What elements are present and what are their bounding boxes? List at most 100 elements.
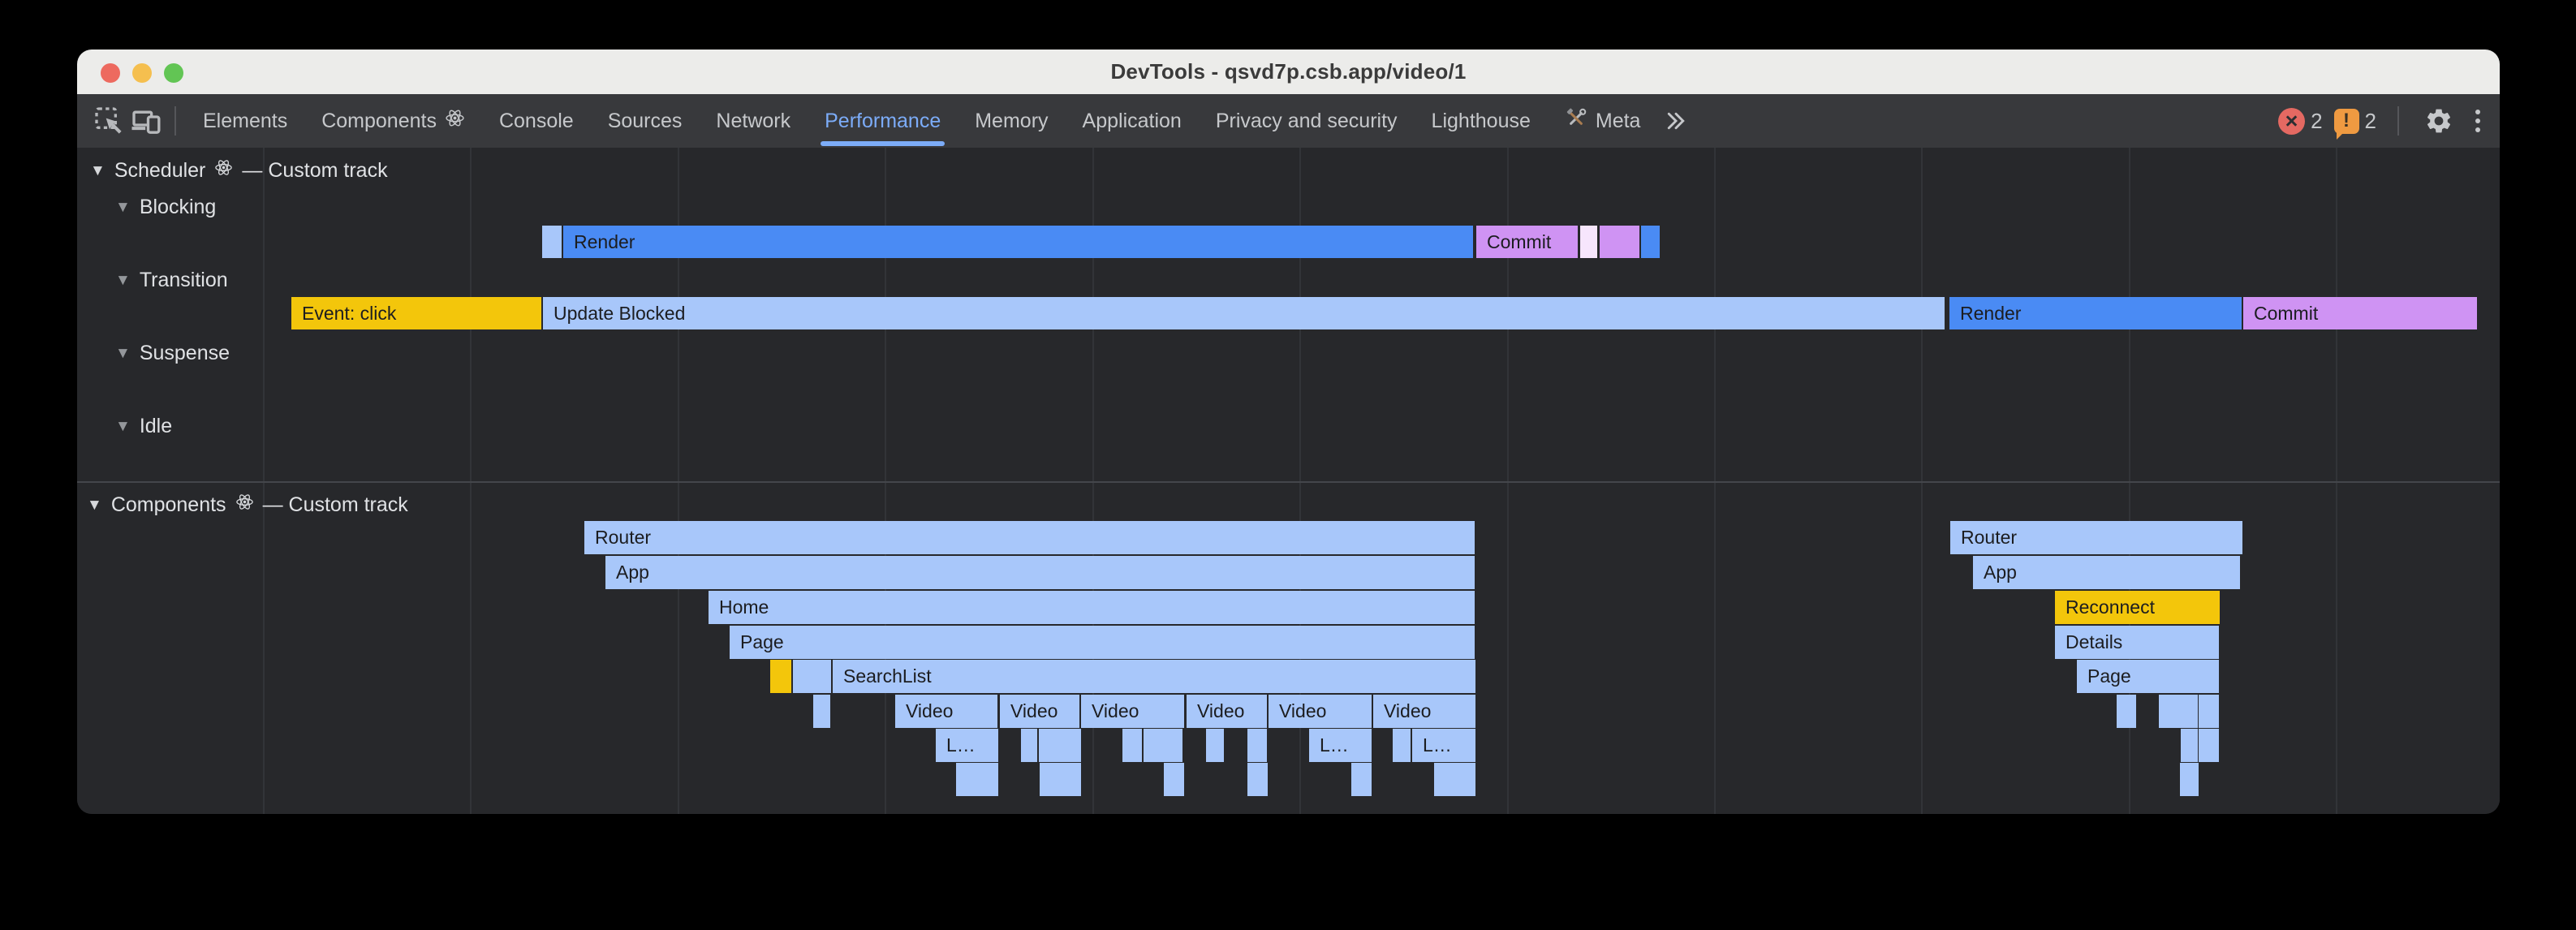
flame-bar[interactable] (1164, 763, 1184, 796)
flame-bar-home[interactable]: Home (709, 591, 1475, 624)
flame-bar[interactable] (1434, 763, 1475, 796)
tab-network[interactable]: Network (699, 94, 808, 148)
flame-bar[interactable] (956, 763, 998, 796)
lane-suspense[interactable]: ▼ Suspense (115, 338, 230, 368)
device-toolbar-icon[interactable] (127, 102, 165, 140)
traffic-lights (101, 63, 183, 83)
tab-meta[interactable]: Meta (1548, 94, 1658, 148)
flame-bar-update-blocked[interactable]: Update Blocked (543, 297, 1945, 329)
error-count: 2 (2311, 109, 2322, 134)
minimize-button[interactable] (132, 63, 152, 83)
flame-bar[interactable] (1039, 729, 1081, 762)
flame-bar-app[interactable]: App (605, 556, 1475, 589)
error-icon: × (2278, 108, 2305, 135)
lane-blocking[interactable]: ▼ Blocking (115, 192, 216, 222)
collapse-triangle-icon: ▼ (115, 419, 131, 434)
collapse-triangle-icon: ▼ (87, 497, 102, 513)
flame-bar-router[interactable]: Router (584, 521, 1475, 554)
tab-elements[interactable]: Elements (186, 94, 304, 148)
flame-bar-page[interactable]: Page (2077, 660, 2219, 693)
collapse-triangle-icon: ▼ (115, 346, 131, 361)
more-tabs-chevron-icon[interactable] (1657, 102, 1695, 140)
toolbar-separator (174, 106, 176, 136)
tab-sources[interactable]: Sources (591, 94, 700, 148)
flame-bar-commit[interactable]: Commit (2243, 297, 2477, 329)
flame-bar-render[interactable]: Render (563, 226, 1473, 258)
flame-bar[interactable] (1144, 729, 1182, 762)
flame-bar-searchlist[interactable]: SearchList (833, 660, 1475, 693)
flame-bar[interactable] (2181, 729, 2198, 762)
flame-bar-video[interactable]: Video (1000, 695, 1079, 728)
lane-idle[interactable]: ▼ Idle (115, 411, 172, 441)
flame-bar[interactable] (1247, 729, 1267, 762)
components-track-header[interactable]: ▼ Components — Custom track (87, 490, 408, 519)
flame-bar[interactable] (1351, 763, 1372, 796)
flame-bar-app[interactable]: App (1973, 556, 2240, 589)
lane-transition[interactable]: ▼ Transition (115, 265, 228, 295)
flame-bar-l[interactable]: L… (1412, 729, 1475, 762)
devtools-window: DevTools - qsvd7p.csb.app/video/1 Elemen… (77, 50, 2500, 814)
flame-bar[interactable] (1122, 729, 1142, 762)
toolbar-right-separator (2397, 106, 2399, 136)
flame-bar-video[interactable]: Video (1373, 695, 1475, 728)
collapse-triangle-icon: ▼ (115, 273, 131, 288)
active-tab-underline (821, 141, 945, 146)
flame-bar-video[interactable]: Video (1081, 695, 1184, 728)
inspect-element-icon[interactable] (90, 102, 127, 140)
flame-bar-reconnect[interactable]: Reconnect (2055, 591, 2220, 624)
flame-bar[interactable] (2199, 695, 2219, 728)
flame-bar[interactable] (2199, 729, 2219, 762)
warning-badge[interactable]: ! 2 (2334, 109, 2376, 134)
flame-bar[interactable] (2117, 695, 2136, 728)
flame-bar-video[interactable]: Video (1269, 695, 1372, 728)
flame-bar-page[interactable]: Page (730, 626, 1475, 659)
flame-bar[interactable] (1393, 729, 1411, 762)
tab-lighthouse[interactable]: Lighthouse (1415, 94, 1548, 148)
close-button[interactable] (101, 63, 120, 83)
flame-bar[interactable] (1206, 729, 1224, 762)
flame-bar-video[interactable]: Video (1187, 695, 1267, 728)
flame-bar[interactable] (813, 695, 830, 728)
tab-application[interactable]: Application (1066, 94, 1199, 148)
toolbar-right-cluster: × 2 ! 2 (2278, 102, 2487, 140)
react-atom-icon (214, 158, 233, 183)
flame-bar[interactable] (1247, 763, 1268, 796)
performance-timeline[interactable]: ▼ Scheduler — Custom track ▼ Blocking ▼ … (77, 148, 2500, 814)
flame-bar[interactable] (2159, 695, 2198, 728)
warning-count: 2 (2365, 109, 2376, 134)
flame-bar[interactable] (793, 660, 831, 693)
window-title: DevTools - qsvd7p.csb.app/video/1 (1110, 59, 1466, 84)
flame-bar-router[interactable]: Router (1950, 521, 2242, 554)
flame-bar[interactable] (1641, 226, 1660, 258)
flame-bar[interactable] (1021, 729, 1037, 762)
collapse-triangle-icon: ▼ (90, 163, 106, 179)
scheduler-track-header[interactable]: ▼ Scheduler — Custom track (90, 156, 388, 185)
react-atom-icon (235, 493, 254, 517)
flame-bar-l[interactable]: L… (936, 729, 998, 762)
devtools-toolbar: Elements Components Console Sources Netw… (77, 94, 2500, 148)
tab-memory[interactable]: Memory (958, 94, 1065, 148)
tab-console[interactable]: Console (482, 94, 591, 148)
zoom-button[interactable] (164, 63, 183, 83)
settings-gear-icon[interactable] (2420, 102, 2458, 140)
titlebar: DevTools - qsvd7p.csb.app/video/1 (77, 50, 2500, 94)
flame-bar-video[interactable]: Video (895, 695, 997, 728)
react-atom-icon (445, 108, 465, 134)
flame-bar[interactable] (1580, 226, 1597, 258)
tab-components[interactable]: Components (304, 94, 482, 148)
flame-bar-details[interactable]: Details (2055, 626, 2219, 659)
flame-bar-commit[interactable]: Commit (1476, 226, 1578, 258)
flame-bar[interactable] (2180, 763, 2199, 796)
flame-bar-event-click[interactable]: Event: click (291, 297, 541, 329)
flame-bar[interactable] (770, 660, 791, 693)
flame-bar-l[interactable]: L… (1309, 729, 1372, 762)
kebab-menu-icon[interactable] (2469, 110, 2487, 132)
flame-bar-render[interactable]: Render (1949, 297, 2242, 329)
flame-bar[interactable] (1600, 226, 1639, 258)
tab-privacy-and-security[interactable]: Privacy and security (1199, 94, 1415, 148)
flame-bar[interactable] (1040, 763, 1081, 796)
flame-bar[interactable] (542, 226, 562, 258)
tab-performance[interactable]: Performance (808, 94, 958, 148)
collapse-triangle-icon: ▼ (115, 200, 131, 215)
error-badge[interactable]: × 2 (2278, 108, 2322, 135)
